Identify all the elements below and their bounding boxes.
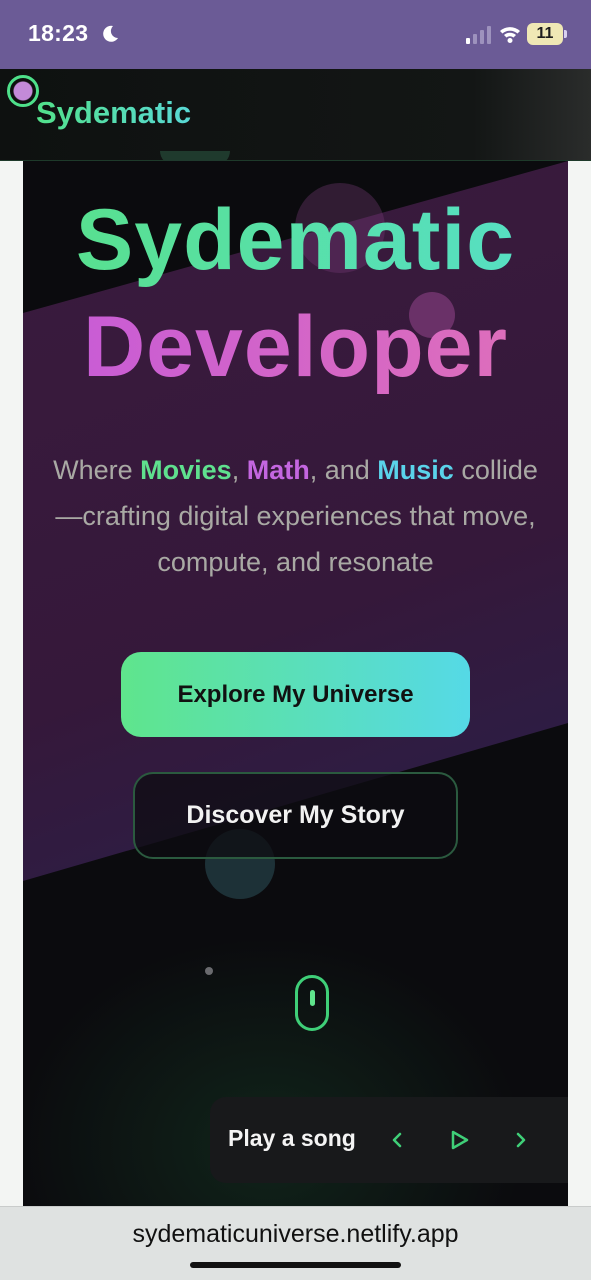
url-text[interactable]: sydematicuniverse.netlify.app bbox=[0, 1220, 591, 1249]
hero-title-line1: Sydematic bbox=[23, 191, 568, 290]
wifi-icon bbox=[500, 27, 520, 43]
highlight-music: Music bbox=[377, 455, 454, 485]
music-player: Play a song bbox=[210, 1097, 568, 1183]
player-label: Play a song bbox=[228, 1125, 356, 1151]
highlight-movies: Movies bbox=[140, 455, 232, 485]
hero-description: Where Movies, Math, and Music collide —c… bbox=[43, 447, 548, 585]
orb-icon[interactable] bbox=[7, 75, 39, 107]
signal-icon bbox=[466, 26, 491, 44]
highlight-math: Math bbox=[246, 455, 310, 485]
status-bar: 18:23 11 bbox=[0, 0, 591, 69]
chevron-right-icon[interactable] bbox=[504, 1123, 538, 1157]
home-indicator[interactable] bbox=[190, 1262, 401, 1268]
battery-tip bbox=[564, 30, 567, 38]
desc-text: Where bbox=[53, 455, 141, 485]
hero-section: Sydematic Developer Where Movies, Math, … bbox=[23, 161, 568, 1206]
decorative-dot bbox=[205, 967, 213, 975]
site-logo[interactable]: Sydematic bbox=[36, 95, 191, 131]
desc-text: , bbox=[231, 455, 247, 485]
chevron-left-icon[interactable] bbox=[380, 1123, 414, 1157]
desc-text: , and bbox=[309, 455, 378, 485]
mouse-scroll-icon[interactable] bbox=[295, 975, 329, 1031]
phone-screen: 18:23 11 Sydematic Sydematic Developer W… bbox=[0, 0, 591, 1280]
hero-title-line2: Developer bbox=[23, 298, 568, 397]
explore-universe-button[interactable]: Explore My Universe bbox=[121, 652, 470, 737]
scroll-wheel bbox=[310, 990, 315, 1006]
moon-icon bbox=[103, 25, 118, 42]
browser-url-bar[interactable]: sydematicuniverse.netlify.app bbox=[0, 1206, 591, 1280]
discover-story-button[interactable]: Discover My Story bbox=[133, 772, 458, 859]
battery-icon: 11 bbox=[527, 23, 563, 45]
play-icon[interactable] bbox=[442, 1123, 476, 1157]
site-header: Sydematic bbox=[0, 69, 591, 165]
status-time: 18:23 bbox=[28, 20, 89, 46]
